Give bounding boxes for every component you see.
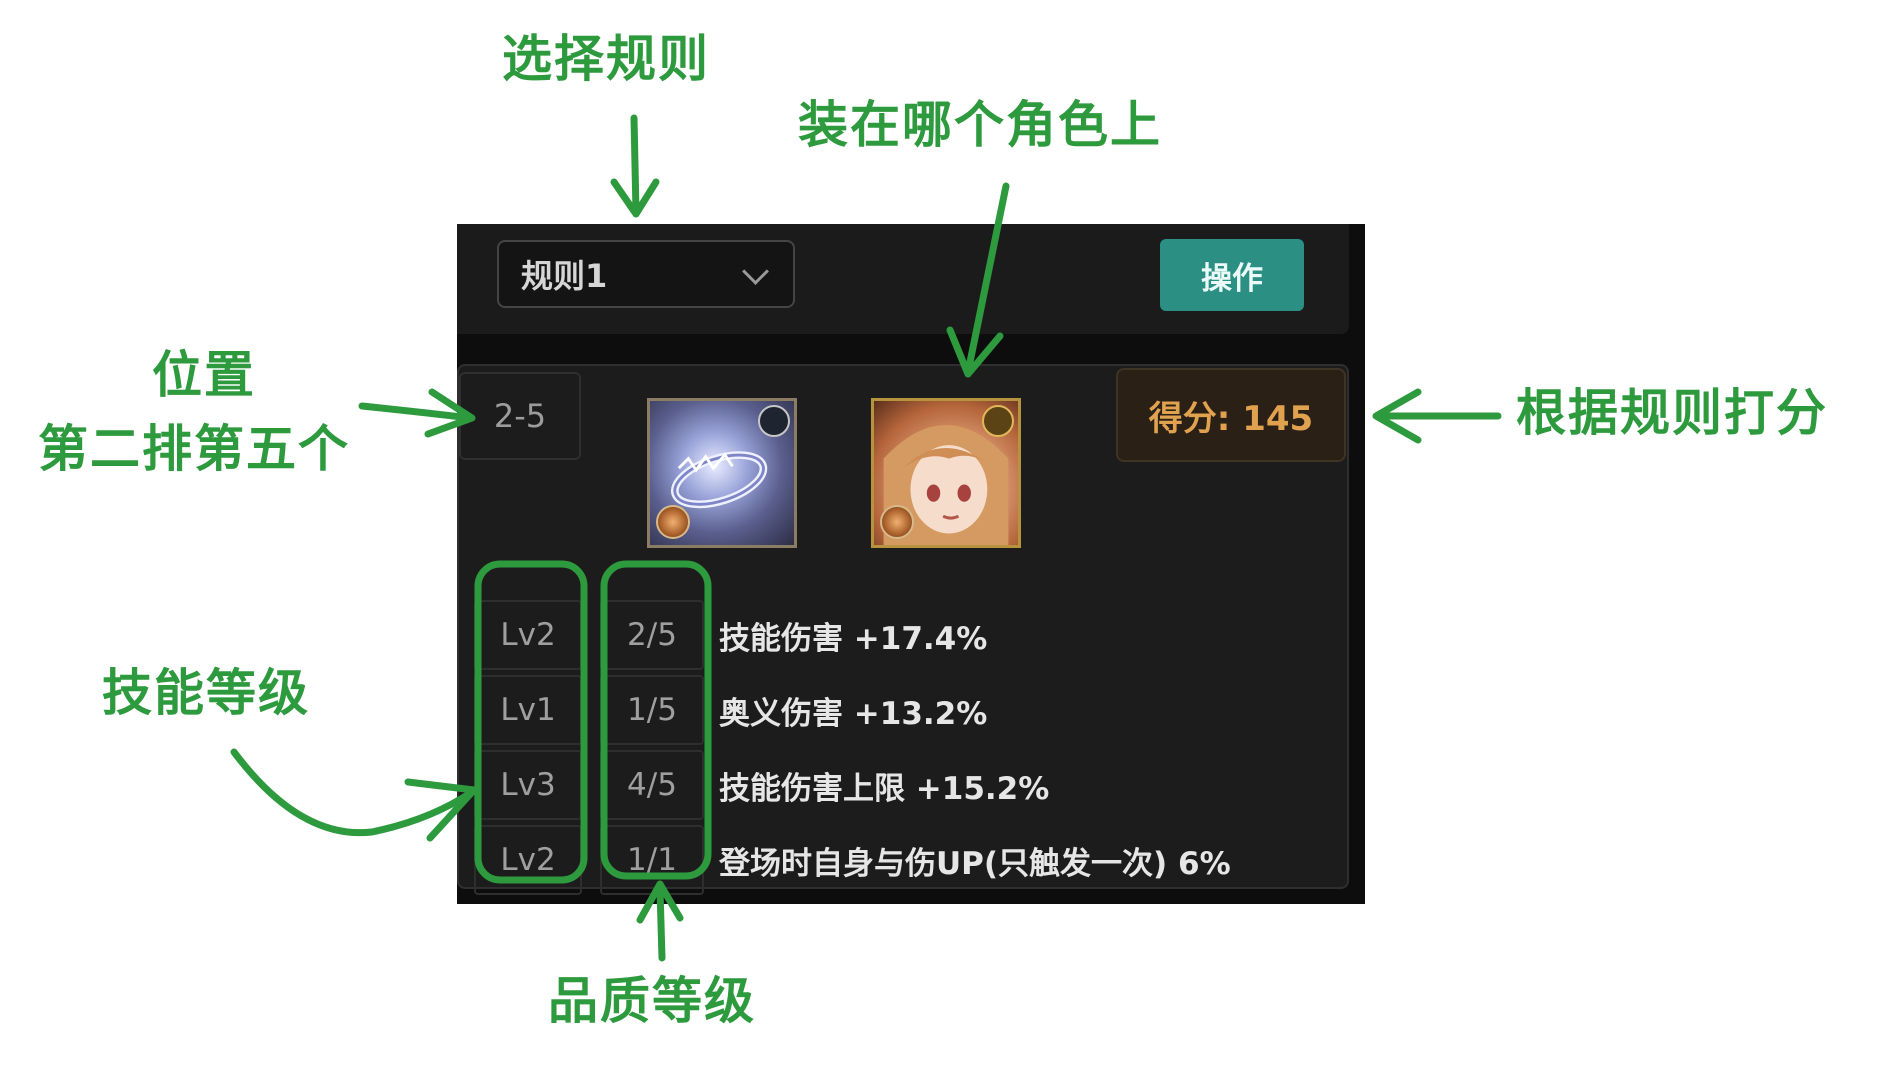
stat-row: Lv2 1/1 登场时自身与伤UP(只触发一次) 6%: [474, 825, 1334, 900]
rule-select[interactable]: 规则1: [497, 240, 795, 308]
quality-level: 4/5: [600, 750, 704, 820]
chevron-down-icon: [742, 258, 769, 285]
quality-level: 1/5: [600, 675, 704, 745]
stat-row: Lv1 1/5 奥义伤害 +13.2%: [474, 675, 1334, 750]
annotation-select-rule: 选择规则: [502, 30, 710, 88]
weapon-type-icon: [758, 405, 790, 437]
annotation-position-detail: 第二排第五个: [38, 420, 350, 478]
stat-row: Lv3 4/5 技能伤害上限 +15.2%: [474, 750, 1334, 825]
stat-text: 登场时自身与伤UP(只触发一次) 6%: [719, 845, 1231, 882]
skill-level: Lv3: [474, 750, 582, 820]
arrow-select-rule: [610, 114, 660, 218]
annotation-position-title: 位置: [152, 346, 256, 404]
element-icon: [656, 505, 690, 539]
rule-select-value: 规则1: [521, 257, 608, 295]
operate-button[interactable]: 操作: [1160, 239, 1304, 311]
equipment-panel: 规则1 操作 2-5 得分: 145 Lv2 2/5 技能伤害 +17.4% L…: [457, 224, 1365, 904]
annotation-score-by-rule: 根据规则打分: [1516, 384, 1828, 442]
rarity-icon: [982, 405, 1014, 437]
skill-level: Lv2: [474, 600, 582, 670]
score-badge: 得分: 145: [1116, 368, 1346, 462]
position-badge: 2-5: [459, 372, 581, 460]
skill-level: Lv1: [474, 675, 582, 745]
stat-row: Lv2 2/5 技能伤害 +17.4%: [474, 600, 1334, 675]
skill-level: Lv2: [474, 825, 582, 895]
annotation-equipped-on: 装在哪个角色上: [798, 96, 1162, 154]
quality-level: 2/5: [600, 600, 704, 670]
annotation-quality-level: 品质等级: [548, 972, 756, 1030]
stat-text: 奥义伤害 +13.2%: [719, 695, 988, 732]
arrow-skill-level: [230, 748, 478, 842]
equipment-thumbnail[interactable]: [647, 398, 797, 548]
equipment-card: 2-5 得分: 145 Lv2 2/5 技能伤害 +17.4% Lv1 1/5 …: [457, 364, 1349, 895]
toolbar: 规则1 操作: [457, 224, 1349, 334]
arrow-position: [358, 388, 476, 438]
stat-text: 技能伤害上限 +15.2%: [719, 770, 1050, 807]
character-portrait[interactable]: [871, 398, 1021, 548]
stat-text: 技能伤害 +17.4%: [719, 620, 988, 657]
quality-level: 1/1: [600, 825, 704, 895]
arrow-score: [1372, 388, 1502, 444]
annotation-skill-level: 技能等级: [102, 664, 310, 722]
element-icon: [880, 505, 914, 539]
